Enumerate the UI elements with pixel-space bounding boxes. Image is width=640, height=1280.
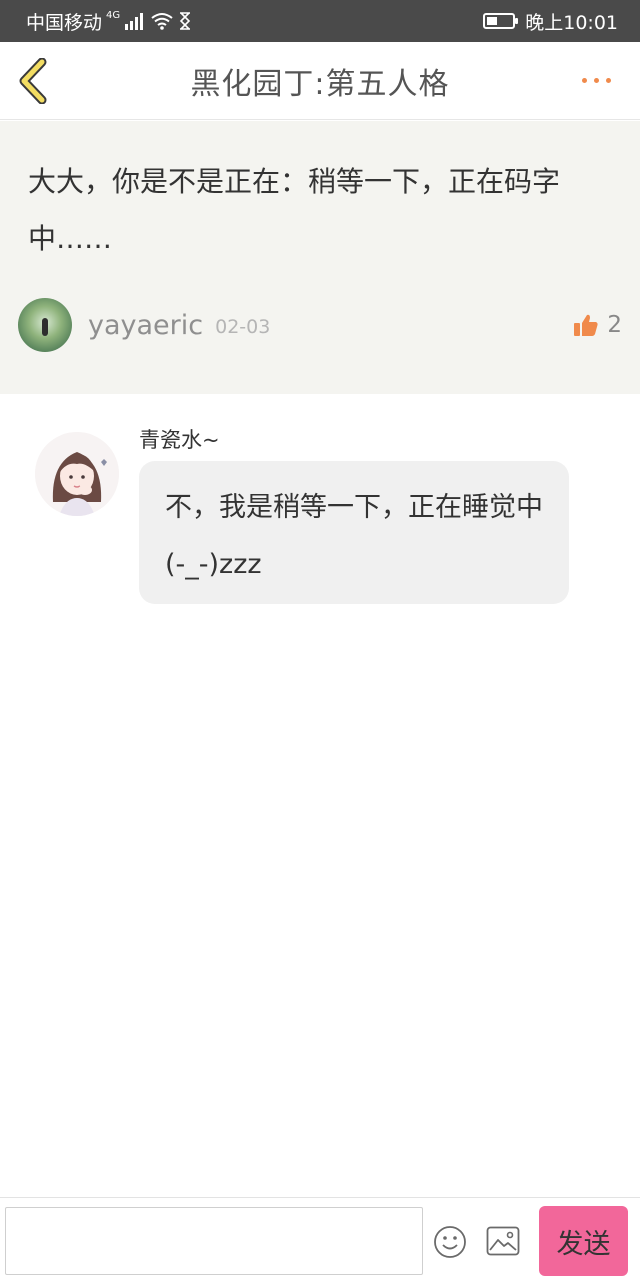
emoji-icon	[434, 1226, 466, 1258]
avatar-illustration	[35, 432, 119, 516]
more-button[interactable]	[582, 70, 618, 90]
post-meta: yayaeric 02-03 2	[18, 298, 622, 352]
back-arrow-icon	[19, 57, 47, 105]
post-author-avatar[interactable]	[18, 298, 72, 352]
wifi-icon	[151, 13, 173, 30]
reply-author-name[interactable]: 青瓷水~	[139, 424, 220, 454]
clock: 晚上10:01	[525, 11, 618, 34]
network-type: 4G	[106, 9, 121, 21]
signal-icon	[125, 13, 144, 30]
back-button[interactable]	[14, 57, 54, 105]
status-left: 中国移动 4G	[26, 8, 192, 35]
reply-bubble[interactable]: 不，我是稍等一下，正在睡觉中(-_-)zzz	[139, 461, 569, 604]
image-icon	[486, 1226, 520, 1256]
input-bar: 发送	[0, 1197, 640, 1280]
original-post: 大大，你是不是正在：稍等一下，正在码字中…… yayaeric 02-03 2	[0, 121, 640, 394]
post-text: 大大，你是不是正在：稍等一下，正在码字中……	[28, 165, 561, 255]
like-count: 2	[607, 312, 622, 338]
post-date: 02-03	[215, 316, 271, 338]
image-button[interactable]	[486, 1226, 520, 1256]
hourglass-icon	[180, 12, 191, 30]
page-title: 黑化园丁:第五人格	[190, 66, 450, 102]
thumbs-up-icon	[574, 314, 598, 336]
battery-icon	[483, 13, 519, 29]
more-dot	[582, 77, 587, 83]
more-dot	[606, 77, 611, 83]
more-dot	[594, 77, 599, 83]
post-author-name[interactable]: yayaeric	[88, 310, 203, 341]
carrier-name: 中国移动	[26, 11, 103, 34]
battery-level	[487, 17, 497, 25]
header: 黑化园丁:第五人格	[0, 42, 640, 120]
status-right: 晚上10:01	[483, 8, 618, 35]
status-bar: 中国移动 4G 晚上10:01	[0, 0, 640, 42]
send-button[interactable]: 发送	[539, 1206, 628, 1276]
emoji-button[interactable]	[433, 1225, 467, 1259]
reply-author-avatar[interactable]	[35, 432, 119, 516]
message-input[interactable]	[5, 1207, 423, 1275]
like-button[interactable]: 2	[573, 312, 622, 338]
